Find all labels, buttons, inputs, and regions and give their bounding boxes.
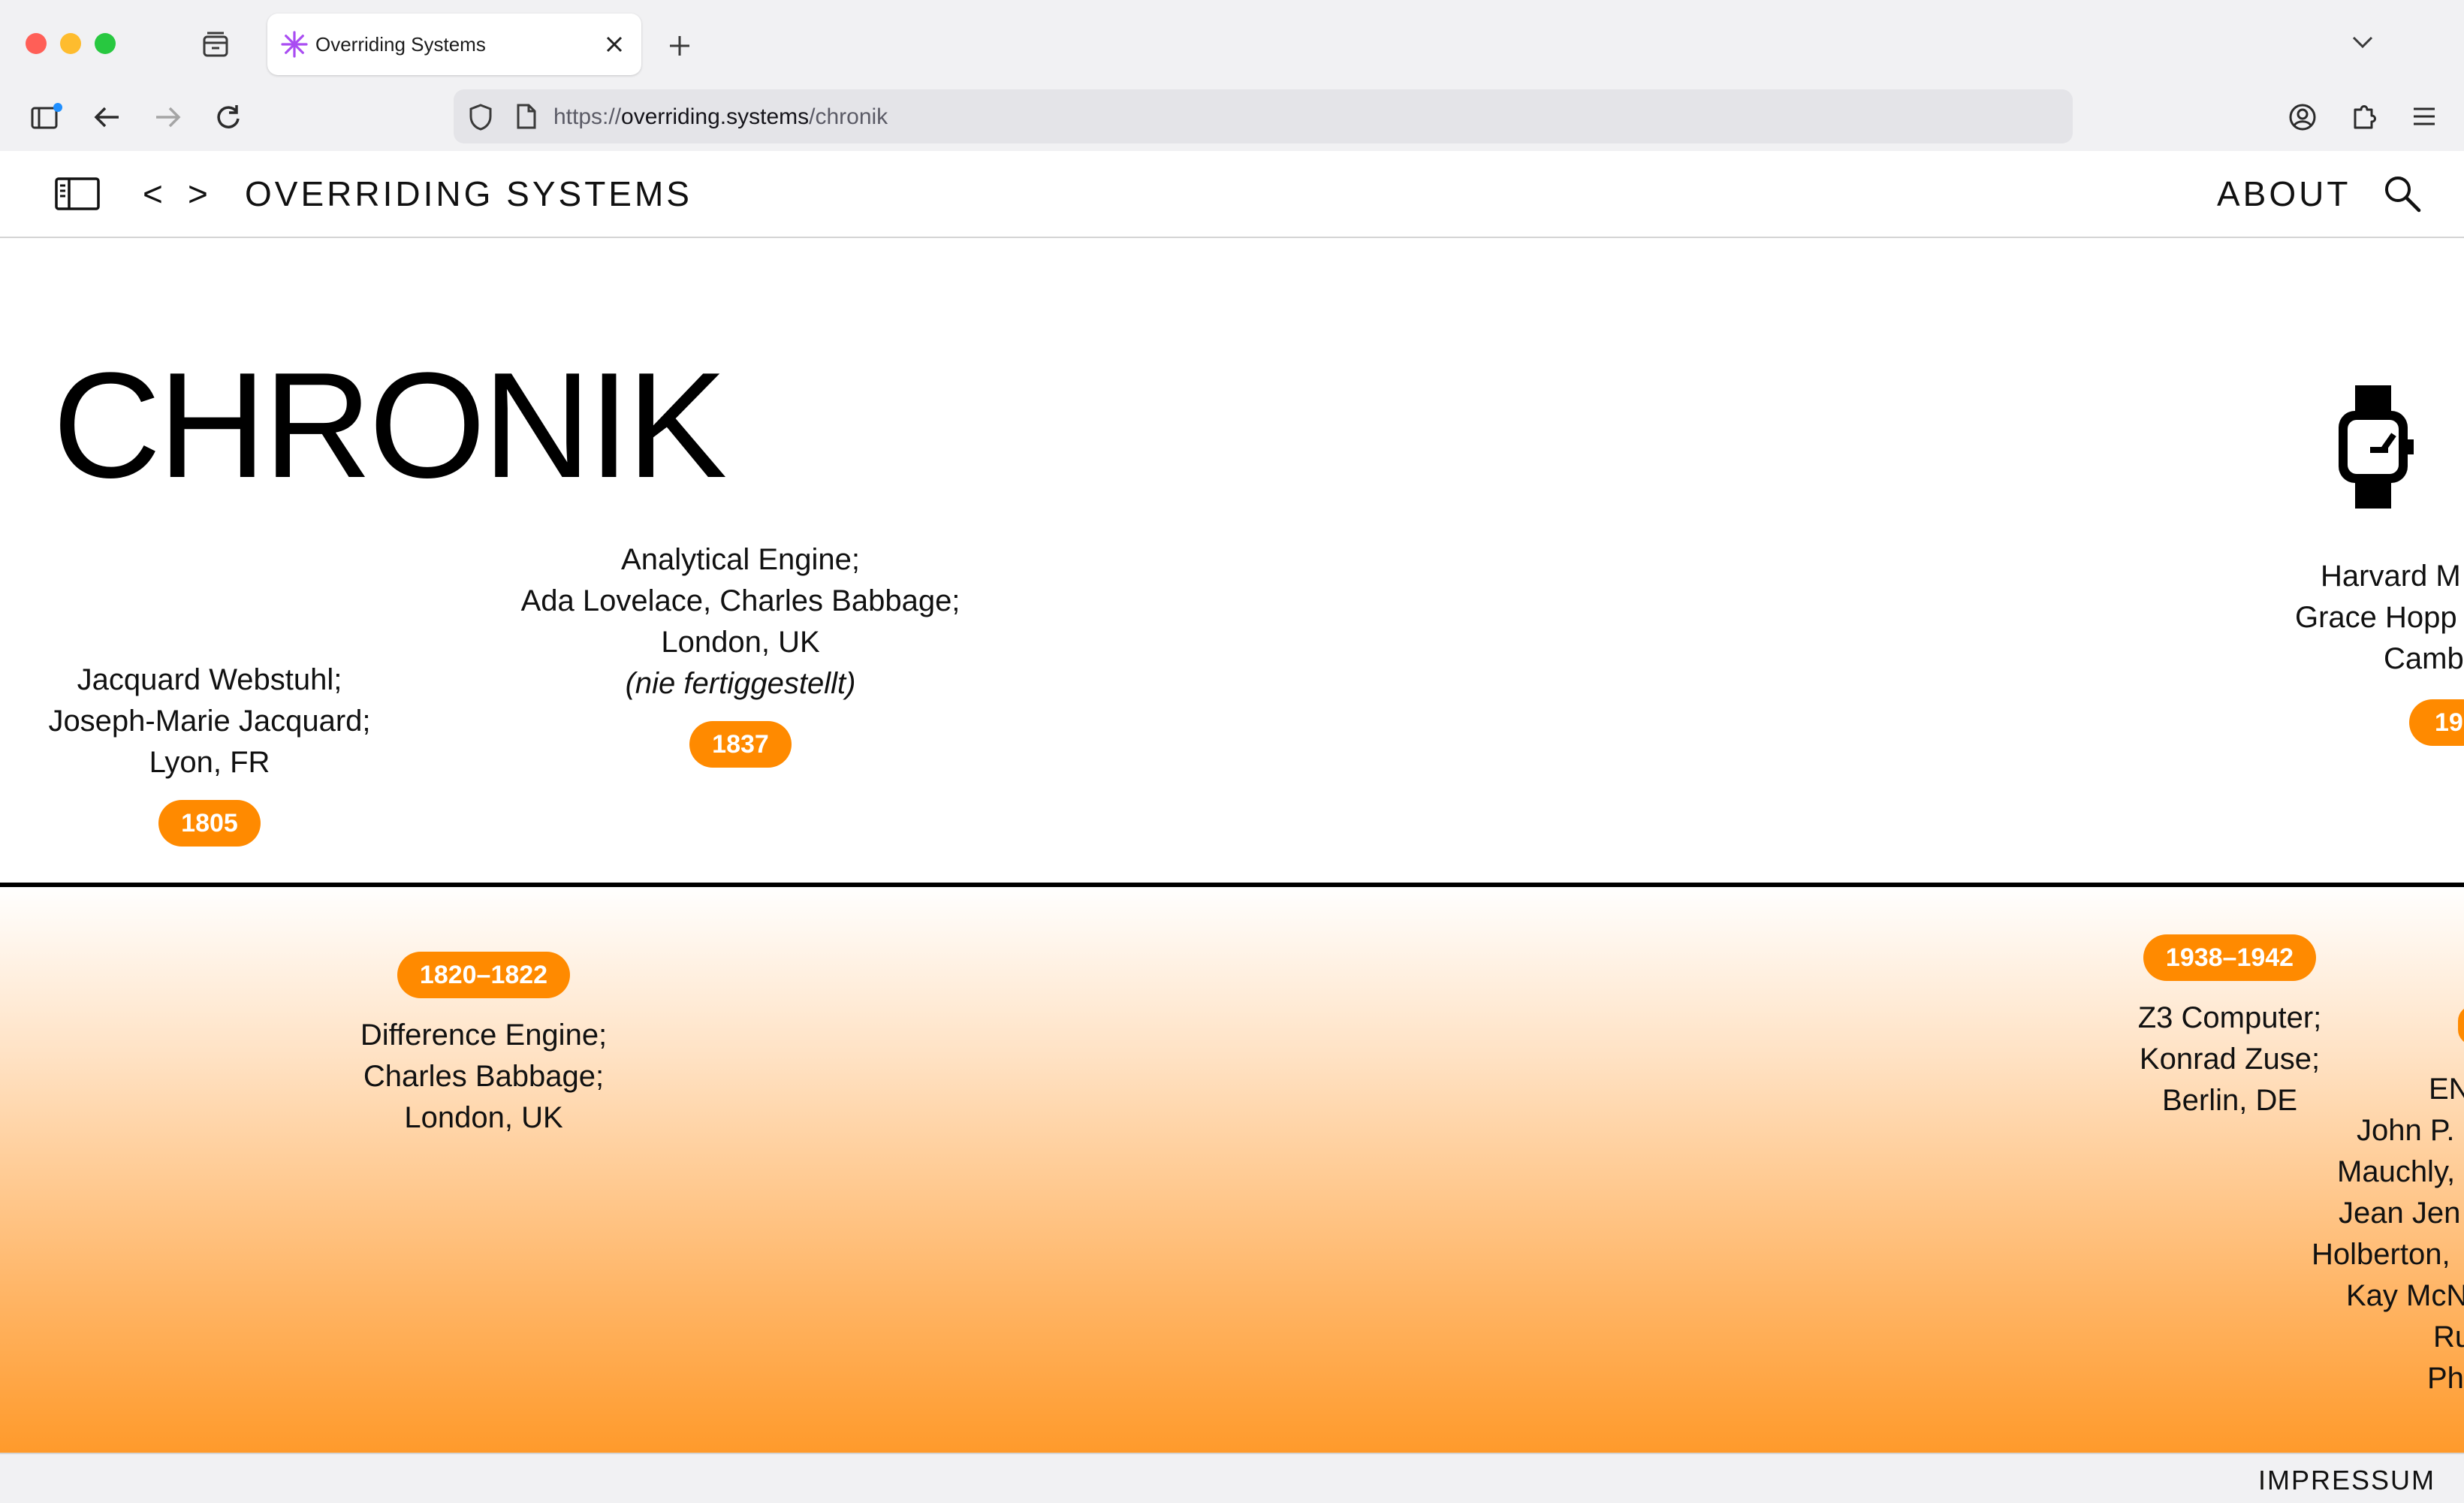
browser-chrome: Overriding Systems https://overriding.sy…: [0, 0, 2464, 151]
extensions-puzzle-icon[interactable]: [2349, 101, 2379, 132]
event-line: Charles Babbage;: [363, 1060, 605, 1093]
sidebar-panel-icon[interactable]: [54, 175, 102, 213]
event-line: Camb: [2384, 642, 2464, 675]
site-footer: IMPRESSUM: [0, 1453, 2464, 1503]
event-line: Ph: [2427, 1362, 2464, 1395]
page-title: CHRONIK: [53, 342, 727, 509]
chronik-timeline[interactable]: CHRONIK Jacquard Webstuhl; Joseph-Marie …: [0, 238, 2464, 1453]
shield-icon[interactable]: [467, 103, 494, 131]
event-line: Jean Jen: [2339, 1197, 2461, 1230]
wristwatch-icon: [2339, 385, 2414, 509]
event-line: Harvard M: [2321, 560, 2461, 593]
prev-button[interactable]: <: [143, 174, 163, 214]
account-icon[interactable]: [2288, 102, 2318, 132]
event-line: Mauchly,: [2337, 1155, 2456, 1188]
timeline-axis: [0, 883, 2464, 887]
url-scheme: https://: [553, 104, 622, 129]
close-tab-icon[interactable]: [605, 35, 623, 53]
tab-list-chevron-down-icon[interactable]: [2351, 33, 2375, 51]
event-line: EN: [2429, 1073, 2464, 1106]
event-line: Grace Hopp: [2295, 601, 2457, 634]
url-text[interactable]: https://overriding.systems/chronik: [553, 104, 888, 130]
forward-arrow-icon[interactable]: [152, 102, 185, 132]
event-line: Holberton,: [2312, 1238, 2450, 1271]
event-note: (nie fertiggestellt): [625, 667, 856, 700]
event-line: Ada Lovelace, Charles Babbage;: [520, 584, 961, 617]
new-tab-icon[interactable]: [667, 33, 692, 59]
address-bar[interactable]: https://overriding.systems/chronik: [454, 89, 2073, 143]
hamburger-menu-icon[interactable]: [2411, 104, 2438, 129]
tab-title: Overriding Systems: [315, 33, 486, 56]
asterisk-favicon-icon: [281, 31, 308, 58]
timeline-event-eniac[interactable]: EN John P. Mauchly, Jean Jen Holberton, …: [2306, 1069, 2464, 1414]
search-icon[interactable]: [2382, 174, 2423, 214]
sidebar-toggle-icon[interactable]: [30, 102, 63, 132]
year-badge[interactable]: 1837: [689, 721, 792, 768]
year-badge[interactable]: 19: [2409, 699, 2464, 746]
event-line: Ru: [2433, 1320, 2464, 1354]
event-description: Difference Engine; Charles Babbage; Lond…: [146, 1015, 822, 1139]
tab-overview-icon[interactable]: [201, 30, 230, 59]
maximize-window-button[interactable]: [95, 33, 116, 54]
timeline-event-1820-1822[interactable]: 1820–1822 Difference Engine; Charles Bab…: [146, 952, 822, 1139]
about-link[interactable]: ABOUT: [2217, 174, 2351, 214]
site-brand[interactable]: OVERRIDING SYSTEMS: [245, 174, 692, 214]
url-path: /chronik: [809, 104, 888, 129]
year-badge[interactable]: 1938–1942: [2143, 934, 2317, 981]
timeline-event-1837[interactable]: Analytical Engine; Ada Lovelace, Charles…: [403, 539, 1078, 768]
year-badge[interactable]: 1820–1822: [397, 952, 571, 998]
impressum-link[interactable]: IMPRESSUM: [2258, 1465, 2435, 1496]
site-header: < > OVERRIDING SYSTEMS ABOUT: [0, 151, 2464, 238]
close-window-button[interactable]: [26, 33, 47, 54]
event-description: Analytical Engine; Ada Lovelace, Charles…: [403, 539, 1078, 705]
event-line: Analytical Engine;: [621, 543, 860, 576]
page-icon: [517, 104, 536, 129]
event-line: Kay McN: [2346, 1279, 2464, 1312]
browser-tab[interactable]: Overriding Systems: [267, 14, 641, 75]
year-badge[interactable]: 1805: [158, 800, 261, 847]
event-line: Z3 Computer;: [2137, 1001, 2322, 1034]
url-host: overriding.systems: [621, 104, 810, 129]
back-arrow-icon[interactable]: [90, 102, 123, 132]
event-line: John P.: [2357, 1114, 2455, 1147]
event-line: London, UK: [661, 626, 820, 659]
event-line: London, UK: [404, 1101, 563, 1134]
minimize-window-button[interactable]: [60, 33, 81, 54]
reload-icon[interactable]: [213, 102, 243, 132]
event-line: Difference Engine;: [360, 1019, 608, 1052]
next-button[interactable]: >: [188, 174, 208, 214]
